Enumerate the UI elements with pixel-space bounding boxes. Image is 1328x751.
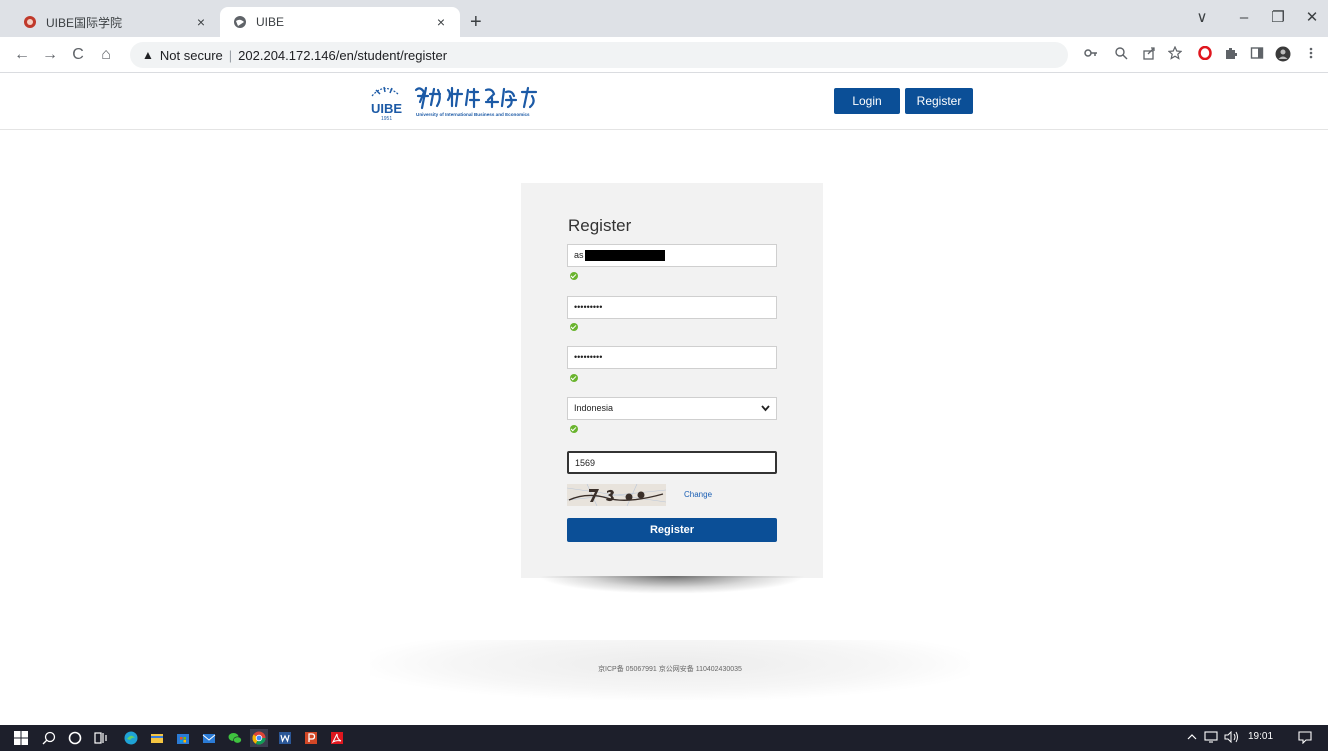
username-value: as bbox=[574, 250, 584, 260]
uibe-emblem-icon: UIBE 1951 bbox=[371, 86, 402, 122]
extensions-icon[interactable] bbox=[1222, 46, 1240, 64]
cortana-icon[interactable] bbox=[66, 729, 84, 747]
opera-icon[interactable] bbox=[1196, 45, 1214, 64]
tab-title: UIBE bbox=[256, 15, 285, 29]
country-selected-value: Indonesia bbox=[574, 403, 614, 413]
powerpoint-icon[interactable] bbox=[302, 729, 320, 747]
minimize-button[interactable]: – bbox=[1232, 9, 1256, 27]
captcha-input[interactable]: 1569 bbox=[567, 451, 777, 474]
login-button[interactable]: Login bbox=[834, 88, 900, 114]
svg-text:University of International Bu: University of International Business and… bbox=[416, 112, 530, 117]
footer-license-text: 京ICP备 05067991 京公网安备 110402430035 bbox=[598, 666, 742, 673]
tab-title: UIBE国际学院 bbox=[46, 15, 123, 30]
footer: 京ICP备 05067991 京公网安备 110402430035 bbox=[370, 640, 970, 700]
redaction-bar bbox=[584, 250, 665, 262]
svg-text:1951: 1951 bbox=[381, 116, 392, 122]
back-button[interactable]: ← bbox=[12, 45, 32, 65]
uibe-favicon-icon bbox=[22, 14, 38, 30]
globe-icon bbox=[232, 14, 248, 30]
menu-icon[interactable] bbox=[1302, 46, 1320, 64]
register-submit-button[interactable]: Register bbox=[567, 518, 777, 542]
tab-strip: UIBE国际学院 × UIBE × + ∨ – ❐ ✕ bbox=[0, 0, 1328, 37]
confirm-password-field[interactable]: ••••••••• bbox=[567, 346, 777, 369]
tab-uibe-active[interactable]: UIBE × bbox=[220, 7, 460, 37]
username-field[interactable]: as bbox=[567, 244, 777, 267]
notification-icon[interactable] bbox=[1298, 731, 1312, 747]
file-explorer-icon[interactable] bbox=[148, 729, 166, 747]
uibe-logo[interactable]: UIBE 1951 University of International Bu… bbox=[368, 80, 544, 122]
tab-uibe-intl[interactable]: UIBE国际学院 × bbox=[10, 7, 220, 37]
not-secure-warning-icon[interactable]: ▲ bbox=[142, 48, 154, 62]
chevron-down-icon bbox=[761, 398, 770, 427]
security-label: Not secure bbox=[159, 47, 223, 63]
valid-check-icon bbox=[570, 425, 578, 433]
network-icon[interactable] bbox=[1204, 731, 1218, 746]
register-nav-button[interactable]: Register bbox=[905, 88, 973, 114]
valid-check-icon bbox=[570, 374, 578, 382]
edge-icon[interactable] bbox=[122, 729, 140, 747]
profile-icon[interactable] bbox=[1274, 46, 1292, 64]
mail-icon[interactable] bbox=[200, 729, 218, 747]
password-field[interactable]: ••••••••• bbox=[567, 296, 777, 319]
address-bar[interactable]: ▲ Not secure | 202.204.172.146/en/studen… bbox=[130, 42, 1068, 68]
clock-time[interactable]: 19:01 bbox=[1248, 731, 1273, 742]
store-icon[interactable] bbox=[174, 729, 192, 747]
sidepanel-icon[interactable] bbox=[1248, 46, 1266, 64]
restore-button[interactable]: ❐ bbox=[1266, 9, 1290, 27]
tab-search-icon[interactable]: ∨ bbox=[1190, 9, 1214, 27]
captcha-image[interactable] bbox=[567, 484, 666, 506]
task-view-icon[interactable] bbox=[92, 729, 110, 747]
card-shadow bbox=[538, 576, 806, 594]
calligraphy-wordmark-icon bbox=[414, 86, 538, 110]
volume-icon[interactable] bbox=[1224, 730, 1240, 746]
search-icon[interactable] bbox=[40, 729, 58, 747]
tab-close-icon[interactable]: × bbox=[192, 13, 210, 31]
zoom-icon[interactable] bbox=[1112, 46, 1130, 64]
star-icon[interactable] bbox=[1166, 45, 1184, 64]
new-tab-button[interactable]: + bbox=[470, 11, 482, 33]
windows-start-icon[interactable] bbox=[12, 729, 30, 747]
home-button[interactable]: ⌂ bbox=[96, 45, 116, 65]
forward-button[interactable]: → bbox=[40, 45, 60, 65]
wechat-icon[interactable] bbox=[226, 729, 244, 747]
valid-check-icon bbox=[570, 272, 578, 280]
taskbar: 19:01 bbox=[0, 725, 1328, 751]
form-title: Register bbox=[568, 216, 632, 235]
key-icon[interactable] bbox=[1082, 46, 1100, 64]
tray-chevron-up-icon[interactable] bbox=[1186, 731, 1198, 746]
browser-toolbar: ← → C ⌂ ▲ Not secure | 202.204.172.146/e… bbox=[0, 37, 1328, 73]
url-text[interactable]: 202.204.172.146/en/student/register bbox=[238, 48, 447, 63]
country-select[interactable]: Indonesia bbox=[567, 397, 777, 420]
tab-close-icon[interactable]: × bbox=[432, 13, 450, 31]
reload-button[interactable]: C bbox=[68, 45, 88, 65]
word-icon[interactable] bbox=[276, 729, 294, 747]
svg-text:UIBE: UIBE bbox=[371, 101, 402, 116]
chrome-taskbar-icon[interactable] bbox=[250, 729, 268, 747]
close-window-button[interactable]: ✕ bbox=[1300, 9, 1324, 27]
change-captcha-link[interactable]: Change bbox=[684, 490, 712, 499]
address-separator: | bbox=[228, 47, 233, 63]
acrobat-icon[interactable] bbox=[328, 729, 346, 747]
site-header: UIBE 1951 University of International Bu… bbox=[0, 74, 1328, 130]
register-card: Register as ••••••••• ••••••••• Indonesi… bbox=[521, 183, 823, 578]
share-icon[interactable] bbox=[1140, 46, 1158, 64]
valid-check-icon bbox=[570, 323, 578, 331]
